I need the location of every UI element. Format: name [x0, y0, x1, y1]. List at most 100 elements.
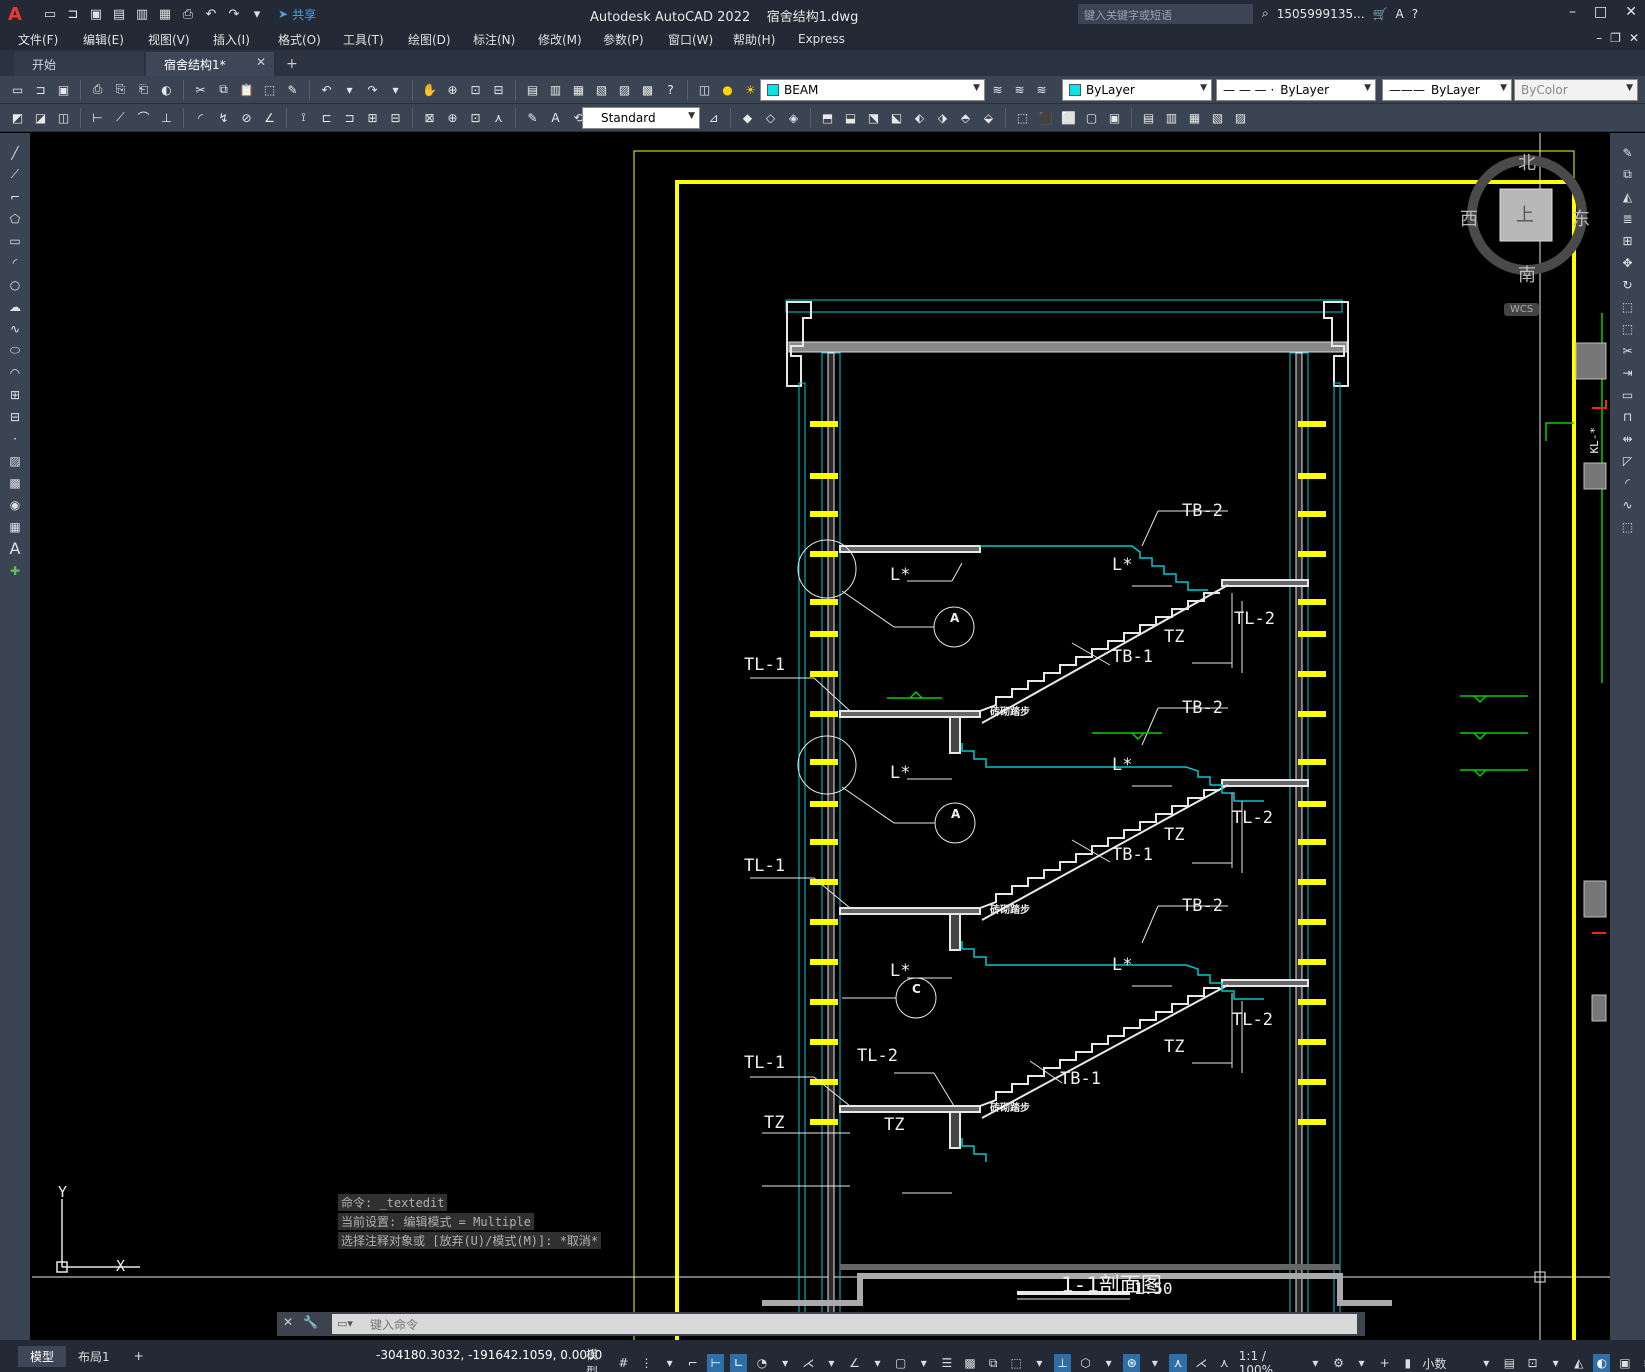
ortho-icon[interactable]: ∟	[730, 1354, 748, 1372]
wcs-menu[interactable]: WCS	[1504, 303, 1540, 316]
user-account[interactable]: 1505999135...	[1277, 7, 1365, 21]
zoom-window-icon[interactable]: ⊡	[466, 80, 485, 99]
annotation-scale-icon[interactable]: ⋏	[1216, 1354, 1233, 1372]
copy-object-icon[interactable]: ⧉	[1618, 165, 1638, 184]
lock-ui-icon[interactable]: ⊡	[1524, 1354, 1541, 1372]
viewcube-north[interactable]: 北	[1518, 149, 1536, 175]
cart-icon[interactable]: 🛒	[1373, 7, 1388, 21]
aligned-dim-icon[interactable]: ⟋	[111, 108, 130, 127]
menu-format[interactable]: 格式(O)	[278, 31, 343, 48]
maximize-icon[interactable]: □	[1594, 4, 1607, 20]
add-selected-icon[interactable]: ✚	[5, 561, 25, 580]
annotation-monitor-icon[interactable]: +	[1376, 1354, 1393, 1372]
workspace-gear-icon[interactable]: ⚙	[1330, 1354, 1347, 1372]
grid-icon[interactable]: #	[615, 1354, 632, 1372]
design-center-icon[interactable]: ▥	[546, 80, 565, 99]
dim-break-icon[interactable]: ⊟	[386, 108, 405, 127]
doc-minimize-icon[interactable]: –	[1596, 31, 1602, 45]
transparency-icon[interactable]: ▩	[961, 1354, 978, 1372]
polar-dropdown-icon[interactable]: ▾	[777, 1354, 794, 1372]
multiline-text-icon[interactable]: A	[5, 539, 25, 558]
ellipse-arc-icon[interactable]: ◠	[5, 363, 25, 382]
qnew-icon[interactable]: ▭	[8, 80, 27, 99]
color-faces-icon[interactable]: ⬙	[979, 109, 998, 128]
snap-icon[interactable]: ⋮	[638, 1354, 655, 1372]
dim-style-manager-icon[interactable]: ⊿	[704, 109, 723, 128]
3d-print-icon[interactable]: ◐	[157, 80, 176, 99]
open-file-icon[interactable]: ⊐	[63, 4, 83, 24]
make-current-layer-icon[interactable]: ≋	[988, 80, 1007, 99]
clean-icon[interactable]: ⬛	[1036, 109, 1055, 128]
menu-draw[interactable]: 绘图(D)	[408, 31, 473, 48]
match-properties-icon[interactable]: ⬚	[260, 80, 279, 99]
taper-faces-icon[interactable]: ⬗	[933, 109, 952, 128]
selection-filter-icon[interactable]: ⬡	[1077, 1354, 1094, 1372]
undo-dropdown-icon[interactable]: ▾	[340, 80, 359, 99]
menu-view[interactable]: 视图(V)	[148, 31, 213, 48]
cmd-close-icon[interactable]: ✕	[283, 1315, 293, 1329]
text-style-dropdown[interactable]: Standard ▼	[582, 107, 700, 129]
selection-cycling-icon[interactable]: ⧉	[985, 1354, 1002, 1372]
break-icon[interactable]: ⊓	[1618, 407, 1638, 426]
open-icon[interactable]: ⊐	[31, 80, 50, 99]
plot-icon[interactable]: ⎙	[178, 4, 198, 24]
hatch-icon[interactable]: ▨	[5, 451, 25, 470]
osnap-dropdown-icon[interactable]: ▾	[915, 1354, 932, 1372]
command-input[interactable]: 键入命令	[332, 1314, 1357, 1334]
3d-osnap-icon[interactable]: ⬚	[1008, 1354, 1025, 1372]
undo-icon[interactable]: ↶	[201, 4, 221, 24]
cmd-customize-icon[interactable]: 🔧	[303, 1315, 318, 1329]
tab-model[interactable]: 模型	[18, 1345, 67, 1367]
redo-icon[interactable]: ↷	[363, 80, 382, 99]
workspace-dropdown-icon[interactable]: ▾	[1353, 1354, 1370, 1372]
make-block-icon[interactable]: ⊟	[5, 407, 25, 426]
qat-dropdown-icon[interactable]: ▾	[247, 4, 267, 24]
viewcube-top[interactable]: 上	[1516, 201, 1534, 227]
layer-freeze-icon[interactable]: ☀	[741, 80, 760, 99]
explode-icon[interactable]: ⬚	[1618, 517, 1638, 536]
dim-override-icon[interactable]: ◫	[54, 108, 73, 127]
revision-cloud-icon[interactable]: ☁	[5, 297, 25, 316]
save-as-icon[interactable]: ▤	[109, 4, 129, 24]
units-icon[interactable]: ▮	[1399, 1354, 1416, 1372]
mirror-icon[interactable]: ◭	[1618, 187, 1638, 206]
inspection-icon[interactable]: ⊡	[466, 108, 485, 127]
object-snap-tracking-icon[interactable]: ∠	[846, 1354, 863, 1372]
array-icon[interactable]: ⊞	[1618, 231, 1638, 250]
diameter-dim-icon[interactable]: ⊘	[237, 108, 256, 127]
chamfer-icon[interactable]: ◸	[1618, 451, 1638, 470]
plot-icon[interactable]: ⎙	[88, 80, 107, 99]
move-icon[interactable]: ✥	[1618, 253, 1638, 272]
jogged-linear-icon[interactable]: ⋏	[489, 108, 508, 127]
lock-dropdown-icon[interactable]: ▾	[1547, 1354, 1564, 1372]
search-icon[interactable]: ⌕	[1262, 6, 1269, 21]
layer-properties-icon[interactable]: ◫	[695, 80, 714, 99]
dim-edit-icon[interactable]: ✎	[523, 108, 542, 127]
quick-dim-icon[interactable]: ⟟	[294, 108, 313, 127]
dynamic-ucs-icon[interactable]: ⊥	[1053, 1354, 1071, 1372]
scale-icon[interactable]: ⬚	[1618, 297, 1638, 316]
zoom-realtime-icon[interactable]: ⊕	[443, 80, 462, 99]
annotation-scale-value[interactable]: 1:1 / 100%	[1239, 1349, 1301, 1372]
doc-restore-icon[interactable]: ❐	[1610, 31, 1621, 45]
gizmo-icon[interactable]: ⊛	[1123, 1354, 1141, 1372]
offset-edge-icon[interactable]: ▧	[1208, 109, 1227, 128]
baseline-dim-icon[interactable]: ⊏	[317, 108, 336, 127]
fillet-edge-icon[interactable]: ▥	[1162, 109, 1181, 128]
search-input[interactable]: 键入关键字或短语	[1078, 4, 1253, 24]
tab-layout1[interactable]: 布局1	[66, 1346, 122, 1367]
convert-to-solid-icon[interactable]: ▨	[1231, 109, 1250, 128]
doc-close-icon[interactable]: ✕	[1629, 31, 1639, 45]
autodesk-app-icon[interactable]: A	[1395, 7, 1403, 21]
linear-dim-icon[interactable]: ⊢	[88, 108, 107, 127]
sheet-set-icon[interactable]: ▧	[592, 80, 611, 99]
web-save-icon[interactable]: ▦	[155, 4, 175, 24]
infer-constraints-icon[interactable]: ⌐	[684, 1354, 701, 1372]
separate-icon[interactable]: ⬜	[1059, 109, 1078, 128]
extrude-faces-icon[interactable]: ⬒	[818, 109, 837, 128]
customization-icon[interactable]: ≡	[1640, 1354, 1645, 1372]
menu-edit[interactable]: 编辑(E)	[83, 31, 148, 48]
new-file-icon[interactable]: ▭	[40, 4, 60, 24]
minimize-icon[interactable]: –	[1569, 4, 1576, 20]
quickcalc-icon[interactable]: ▩	[638, 80, 657, 99]
